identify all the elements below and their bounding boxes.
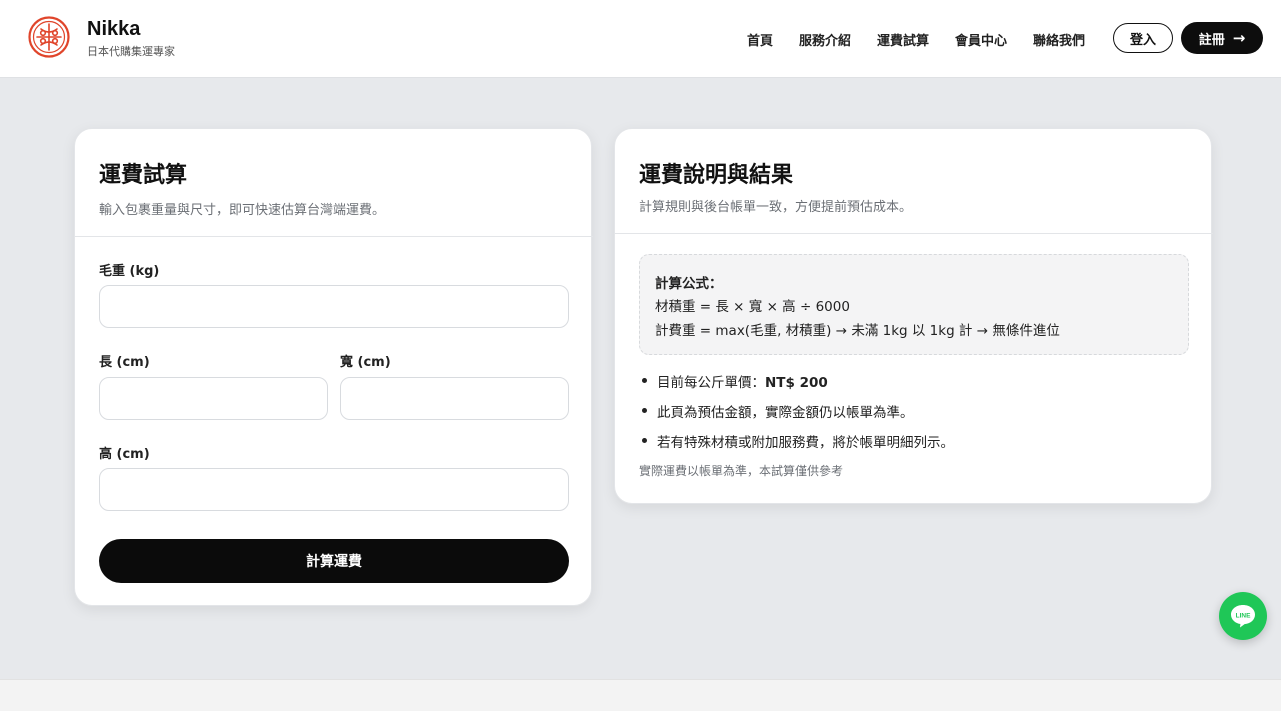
line-label: LINE [1236,613,1251,620]
weight-input[interactable] [99,285,569,328]
nikka-logo-icon[interactable] [28,16,70,58]
nav-shipping-calculator[interactable]: 運費試算 [877,30,929,49]
line-chat-icon: LINE [1231,605,1255,628]
brand-name[interactable]: Nikka [87,18,140,41]
brand-tagline: 日本代購集運專家 [87,45,175,58]
calculate-button-label: 計算運費 [306,553,362,569]
extra-fee-note: 若有特殊材積或附加服務費，將於帳單明細列示。 [657,435,954,451]
formula-box: 計算公式： 材積重 = 長 × 寬 × 高 ÷ 6000 計費重 = max(毛… [639,254,1189,355]
nav-member-center[interactable]: 會員中心 [955,30,1007,49]
price-label: 目前每公斤單價： [657,375,765,391]
card-divider [75,236,593,237]
height-input[interactable] [99,468,569,511]
site-header: Nikka 日本代購集運專家 首頁 服務介紹 運費試算 會員中心 聯絡我們 登入… [0,0,1281,78]
register-button-label: 註冊 [1198,32,1225,48]
info-title: 運費說明與結果 [639,163,794,188]
width-input[interactable] [340,377,569,420]
nav-services[interactable]: 服務介紹 [799,30,851,49]
card-divider [615,233,1213,234]
price-value: NT$ 200 [765,375,828,391]
shipping-info-card: 運費說明與結果 計算規則與後台帳單一致，方便提前預估成本。 計算公式： 材積重 … [614,128,1213,504]
login-button-label: 登入 [1129,32,1156,48]
footer [0,679,1281,711]
width-label: 寬 (cm) [340,355,391,370]
estimate-note: 此頁為預估金額，實際金額仍以帳單為準。 [657,405,914,421]
calculator-title: 運費試算 [99,163,188,188]
height-label: 高 (cm) [99,447,150,462]
line-chat-button[interactable]: LINE [1219,592,1267,640]
calculate-button[interactable]: 計算運費 [99,539,569,583]
weight-label: 毛重 (kg) [99,264,160,279]
bullet-dot-icon [642,438,647,443]
length-label: 長 (cm) [99,355,150,370]
bullet-dot-icon [642,408,647,413]
nav-contact[interactable]: 聯絡我們 [1033,30,1085,49]
formula-volume-weight: 材積重 = 長 × 寬 × 高 ÷ 6000 [655,299,850,315]
formula-title: 計算公式： [655,276,723,292]
calculator-subtitle: 輸入包裹重量與尺寸，即可快速估算台灣端運費。 [99,203,386,218]
bullet-dot-icon [642,378,647,383]
length-input[interactable] [99,377,328,420]
login-button[interactable]: 登入 [1113,23,1173,53]
shipping-calculator-card: 運費試算 輸入包裹重量與尺寸，即可快速估算台灣端運費。 毛重 (kg) 長 (c… [74,128,593,606]
arrow-right-icon: → [1232,29,1246,47]
price-bullet-text: 目前每公斤單價：NT$ 200 [657,371,828,391]
disclaimer-note: 實際運費以帳單為準，本試算僅供參考 [639,464,844,478]
info-subtitle: 計算規則與後台帳單一致，方便提前預估成本。 [639,200,913,215]
register-button[interactable]: 註冊 → [1181,22,1263,54]
nav-home[interactable]: 首頁 [747,30,773,49]
formula-billing-weight: 計費重 = max(毛重, 材積重) → 未滿 1kg 以 1kg 計 → 無條… [655,323,1060,339]
